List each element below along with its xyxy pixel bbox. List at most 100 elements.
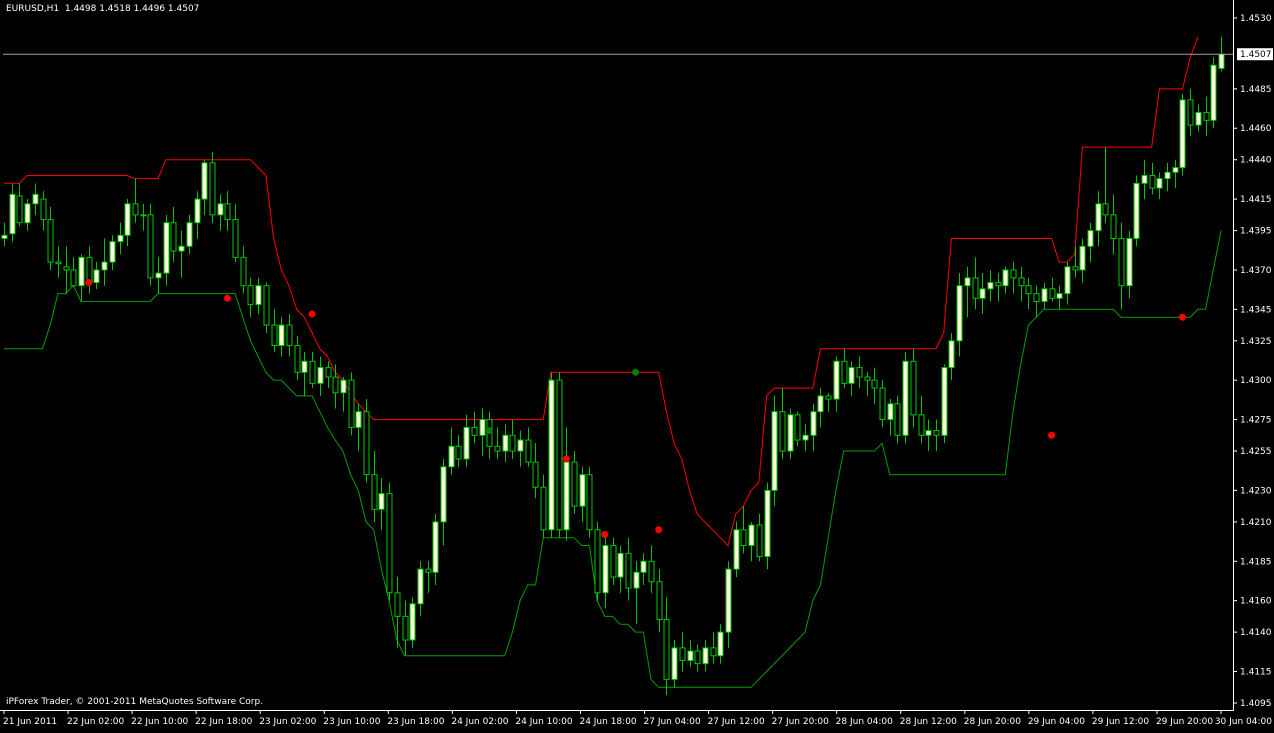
candle-body [1102, 203, 1109, 216]
candle-body [224, 203, 231, 221]
y-tick-label: 1.4300 [1240, 376, 1272, 386]
candle [363, 399, 370, 483]
candle-body [1195, 111, 1202, 126]
candle-body [371, 474, 378, 510]
price-chart[interactable]: 1.4530 1.4485 1.4460 1.4440 1.4415 1.4395 1.43… [0, 0, 1274, 729]
x-tick-label: 29 Jun 04:00 [1028, 717, 1085, 727]
candle-body [548, 379, 555, 531]
candle-body [355, 411, 362, 428]
symbol-name: EURUSD,H1 [6, 4, 60, 14]
candle-body [825, 395, 832, 400]
candle-body [109, 241, 116, 263]
y-tick-label: 1.4095 [1240, 699, 1272, 709]
chart-container[interactable]: 1.4530 1.4485 1.4460 1.4440 1.4415 1.4395 1.43… [0, 0, 1274, 729]
x-tick-label: 28 Jun 04:00 [836, 717, 893, 727]
candle-body [93, 269, 100, 284]
candle-body [817, 395, 824, 413]
candle-body [1210, 64, 1217, 121]
candle-body [178, 245, 185, 252]
candle [1179, 93, 1186, 176]
candle-body [617, 552, 624, 578]
candle [594, 521, 601, 601]
x-tick-label: 27 Jun 20:00 [772, 717, 829, 727]
candle-body [740, 529, 747, 547]
candle-body [1079, 245, 1086, 271]
candle-body [841, 360, 848, 384]
candle-body [494, 445, 501, 452]
y-tick-label: 1.4185 [1240, 557, 1272, 567]
sell-signal-dot [601, 531, 609, 539]
candle-body [124, 203, 131, 236]
candle-body [871, 379, 878, 389]
candle [586, 466, 593, 538]
candle-body [1149, 174, 1156, 189]
candle-body [47, 219, 54, 263]
y-tick-label: 1.4210 [1240, 518, 1272, 528]
candle-body [471, 426, 478, 436]
candle-body [448, 445, 455, 468]
candle-body [509, 434, 516, 452]
y-tick-label: 1.4485 [1240, 85, 1272, 95]
candle [348, 372, 355, 436]
candle-body [856, 367, 863, 378]
candle-body [532, 461, 539, 488]
candle-body [1087, 230, 1094, 247]
candle-body [16, 195, 23, 224]
candle-body [332, 376, 339, 394]
candle-body [1095, 203, 1102, 232]
candle-body [1072, 266, 1079, 271]
candle-body [55, 261, 62, 265]
candle-body [78, 256, 85, 287]
candle-body [278, 324, 285, 347]
candle-body [1025, 285, 1032, 295]
candle-body [656, 581, 663, 621]
candle-body [1164, 171, 1171, 180]
candle-body [317, 367, 324, 384]
candle [733, 521, 740, 578]
candle-body [186, 222, 193, 247]
copyright-text: iPForex Trader, © 2001-2011 MetaQuotes S… [6, 697, 264, 707]
candle-body [425, 568, 432, 573]
candle-body [517, 439, 524, 452]
current-price-label: 1.4507 [1240, 50, 1272, 60]
sell-signal-dot [1048, 431, 1056, 439]
candle-body [733, 529, 740, 570]
x-tick-label: 24 Jun 10:00 [515, 717, 572, 727]
candle-body [386, 493, 393, 594]
y-tick-label: 1.4370 [1240, 266, 1272, 276]
candle-body [594, 529, 601, 594]
x-tick-label: 23 Jun 10:00 [323, 717, 380, 727]
candle-body [625, 552, 632, 589]
x-tick-label: 28 Jun 12:00 [900, 717, 957, 727]
candle-body [1118, 237, 1125, 287]
sell-signal-dot [562, 455, 570, 463]
x-tick-label: 29 Jun 20:00 [1156, 717, 1213, 727]
candle-body [432, 521, 439, 573]
candle-body [417, 568, 424, 605]
candle [1210, 57, 1217, 129]
candle [787, 408, 794, 459]
candle-body [132, 203, 139, 216]
candle-body [286, 324, 293, 347]
candle-body [24, 203, 31, 224]
candle-body [610, 545, 617, 578]
candle-body [987, 282, 994, 290]
x-tick-label: 30 Jun 04:00 [1215, 717, 1272, 727]
candle-body [694, 650, 701, 665]
candle-body [879, 387, 886, 421]
candle-body [1002, 269, 1009, 287]
candle-body [463, 426, 470, 460]
candle-body [864, 376, 871, 381]
candle-body [663, 619, 670, 680]
candle-body [1133, 182, 1140, 239]
candle-body [941, 367, 948, 436]
sell-signal-dot [1178, 313, 1186, 321]
candle [209, 151, 216, 223]
candle-body [209, 162, 216, 216]
candle-body [1049, 288, 1056, 299]
candle-body [194, 198, 201, 224]
candle-body [86, 256, 93, 284]
candle-body [679, 647, 686, 661]
candle [1133, 175, 1140, 247]
candle-body [979, 288, 986, 299]
